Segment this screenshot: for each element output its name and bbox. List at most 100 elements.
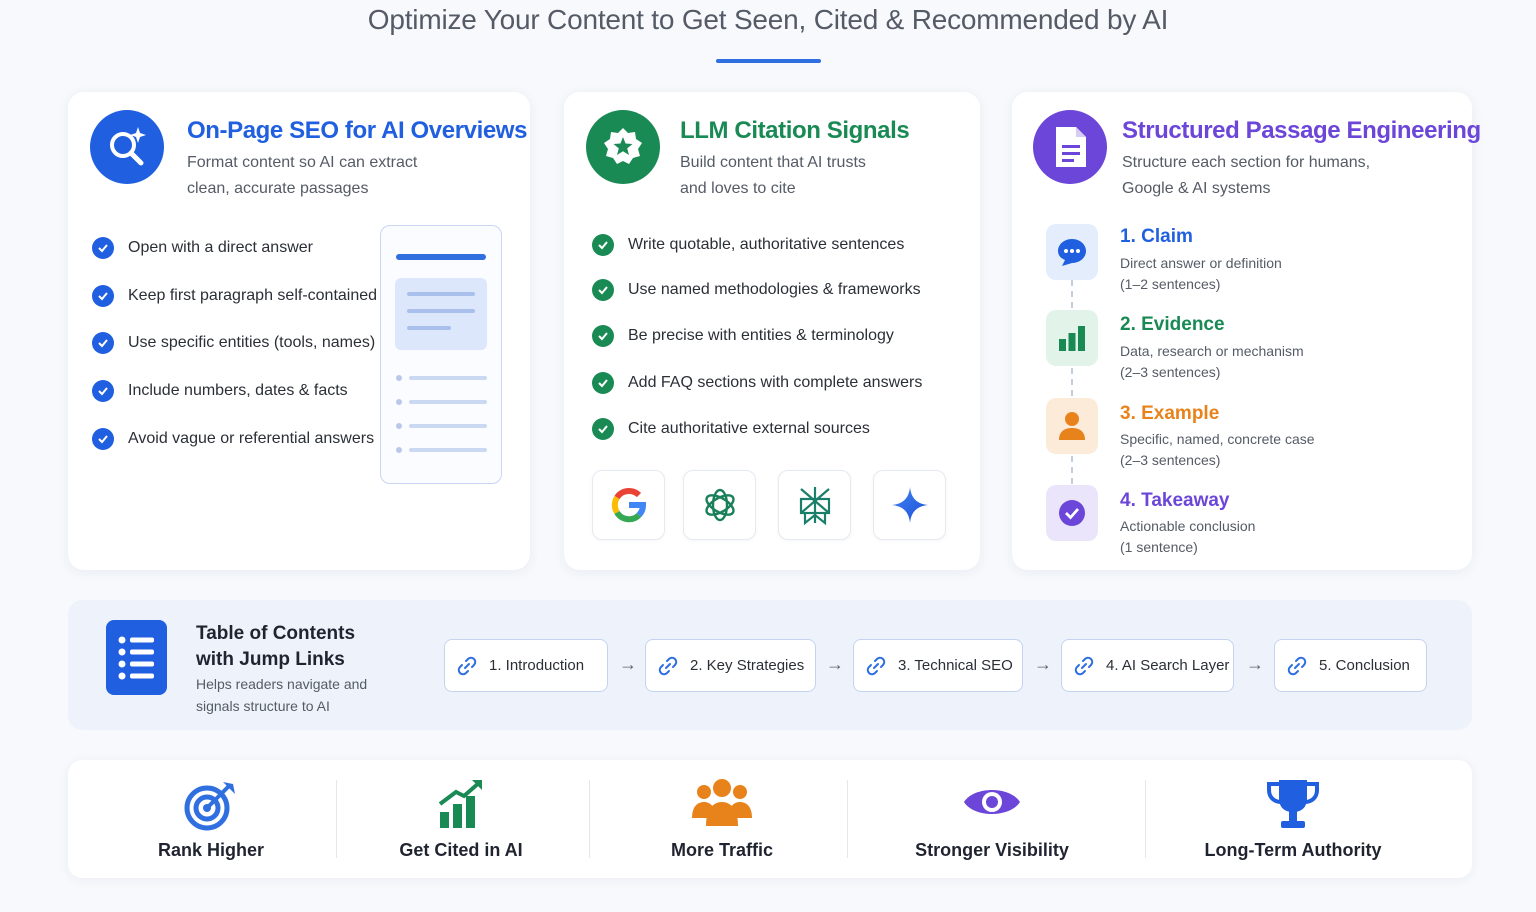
gemini-logo-icon — [873, 470, 946, 540]
link-icon — [658, 656, 678, 675]
star-badge-icon — [586, 110, 660, 184]
card2-item: Write quotable, authoritative sentences — [592, 234, 904, 256]
toc-link-label: 5. Conclusion — [1319, 657, 1410, 674]
people-icon — [692, 779, 752, 826]
check-icon — [92, 332, 114, 354]
card3-subtitle: Structure each section for humans, Googl… — [1122, 150, 1370, 202]
chatgpt-logo-icon — [683, 470, 756, 540]
toc-link-conclusion[interactable]: 5. Conclusion — [1274, 639, 1427, 692]
card2-item: Be precise with entities & terminology — [592, 325, 894, 347]
toc-desc-line1: Helps readers navigate and — [196, 676, 368, 692]
card1-subtitle-line2: clean, accurate passages — [187, 180, 369, 197]
card3-subtitle-line2: Google & AI systems — [1122, 180, 1271, 197]
step-desc-line2: (2–3 sentences) — [1120, 452, 1221, 468]
card2-item-label: Be precise with entities & terminology — [628, 327, 894, 344]
step-connector — [1071, 368, 1073, 396]
toc-link-key-strategies[interactable]: 2. Key Strategies — [645, 639, 816, 692]
title-underline — [716, 59, 821, 63]
step-desc-line1: Direct answer or definition — [1120, 255, 1282, 271]
check-icon — [592, 418, 614, 440]
perplexity-logo-icon — [778, 470, 851, 540]
card2-item-label: Use named methodologies & frameworks — [628, 281, 921, 298]
benefit-label: More Traffic — [670, 840, 774, 860]
target-icon — [184, 782, 235, 831]
toc-link-ai-search-layer[interactable]: 4. AI Search Layer — [1061, 639, 1234, 692]
card3-subtitle-line1: Structure each section for humans, — [1122, 154, 1371, 171]
card1-subtitle-line1: Format content so AI can extract — [187, 154, 418, 171]
link-icon — [866, 656, 886, 675]
benefit-more-traffic: More Traffic — [608, 760, 836, 878]
step-connector — [1071, 280, 1073, 308]
step-title: 2. Evidence — [1120, 314, 1225, 335]
step-description: Data, research or mechanism (2–3 sentence… — [1120, 341, 1304, 383]
benefit-divider — [336, 780, 337, 858]
chat-bubble-icon — [1046, 224, 1098, 280]
document-icon — [1033, 110, 1107, 184]
step-description: Actionable conclusion (1 sentence) — [1120, 516, 1255, 558]
step-desc-line1: Data, research or mechanism — [1120, 343, 1304, 359]
search-sparkle-icon — [90, 110, 164, 184]
card1-subtitle: Format content so AI can extract clean, … — [187, 150, 417, 202]
card3-title: Structured Passage Engineering — [1122, 117, 1481, 144]
check-icon — [592, 372, 614, 394]
check-icon — [92, 237, 114, 259]
step-desc-line1: Actionable conclusion — [1120, 518, 1256, 534]
card1-item-label: Avoid vague or referential answers — [128, 430, 375, 447]
benefit-label: Stronger Visibility — [915, 840, 1069, 860]
eye-icon — [964, 790, 1020, 814]
step-title: 3. Example — [1120, 403, 1220, 424]
benefit-divider — [847, 780, 848, 858]
benefit-divider — [1145, 780, 1146, 858]
check-icon — [92, 380, 114, 402]
benefit-stronger-visibility: Stronger Visibility — [878, 760, 1106, 878]
check-circle-icon — [1046, 485, 1098, 541]
card2-subtitle: Build content that AI trusts and loves t… — [680, 150, 866, 202]
toc-link-introduction[interactable]: 1. Introduction — [444, 639, 608, 692]
card1-item-label: Keep first paragraph self-contained — [128, 287, 378, 304]
link-icon — [1074, 656, 1094, 675]
card2-item-label: Add FAQ sections with complete answers — [628, 374, 923, 391]
toc-link-technical-seo[interactable]: 3. Technical SEO — [853, 639, 1023, 692]
toc-description: Helps readers navigate and signals struc… — [196, 673, 367, 717]
growth-chart-icon — [438, 780, 482, 828]
check-icon — [592, 325, 614, 347]
toc-link-label: 4. AI Search Layer — [1106, 657, 1230, 674]
card2-subtitle-line1: Build content that AI trusts — [680, 154, 866, 171]
arrow-right-icon: → — [826, 654, 844, 674]
benefit-long-term-authority: Long-Term Authority — [1176, 760, 1410, 878]
check-icon — [92, 285, 114, 307]
step-title: 1. Claim — [1120, 226, 1193, 247]
bar-chart-icon — [1046, 310, 1098, 366]
page-mockup-illustration — [380, 225, 502, 484]
step-desc-line2: (2–3 sentences) — [1120, 364, 1221, 380]
benefit-get-cited: Get Cited in AI — [348, 760, 574, 878]
toc-title-line1: Table of Contents — [196, 623, 356, 644]
step-description: Specific, named, concrete case (2–3 sente… — [1120, 429, 1315, 471]
check-icon — [92, 428, 114, 450]
card1-item: Open with a direct answer — [92, 237, 313, 259]
benefit-label: Long-Term Authority — [1204, 840, 1382, 860]
card2-item-label: Write quotable, authoritative sentences — [628, 236, 905, 253]
link-icon — [457, 656, 477, 675]
arrow-right-icon: → — [1246, 654, 1264, 674]
arrow-right-icon: → — [1034, 654, 1052, 674]
card2-subtitle-line2: and loves to cite — [680, 180, 796, 197]
card1-title: On-Page SEO for AI Overviews — [187, 117, 528, 144]
benefit-rank-higher: Rank Higher — [98, 760, 324, 878]
list-icon — [106, 620, 167, 695]
benefit-divider — [589, 780, 590, 858]
card2-item-label: Cite authoritative external sources — [628, 420, 870, 437]
card2-item: Use named methodologies & frameworks — [592, 279, 921, 301]
check-icon — [592, 234, 614, 256]
toc-link-label: 2. Key Strategies — [690, 657, 805, 674]
benefit-label: Rank Higher — [157, 840, 265, 860]
person-icon — [1046, 398, 1098, 454]
link-icon — [1287, 656, 1307, 675]
toc-link-label: 3. Technical SEO — [898, 657, 1013, 674]
step-desc-line2: (1–2 sentences) — [1120, 276, 1221, 292]
card1-item: Keep first paragraph self-contained — [92, 285, 377, 307]
step-description: Direct answer or definition (1–2 sentence… — [1120, 253, 1282, 295]
card1-item-label: Use specific entities (tools, names) — [128, 334, 376, 351]
step-desc-line2: (1 sentence) — [1120, 539, 1198, 555]
step-connector — [1071, 456, 1073, 484]
